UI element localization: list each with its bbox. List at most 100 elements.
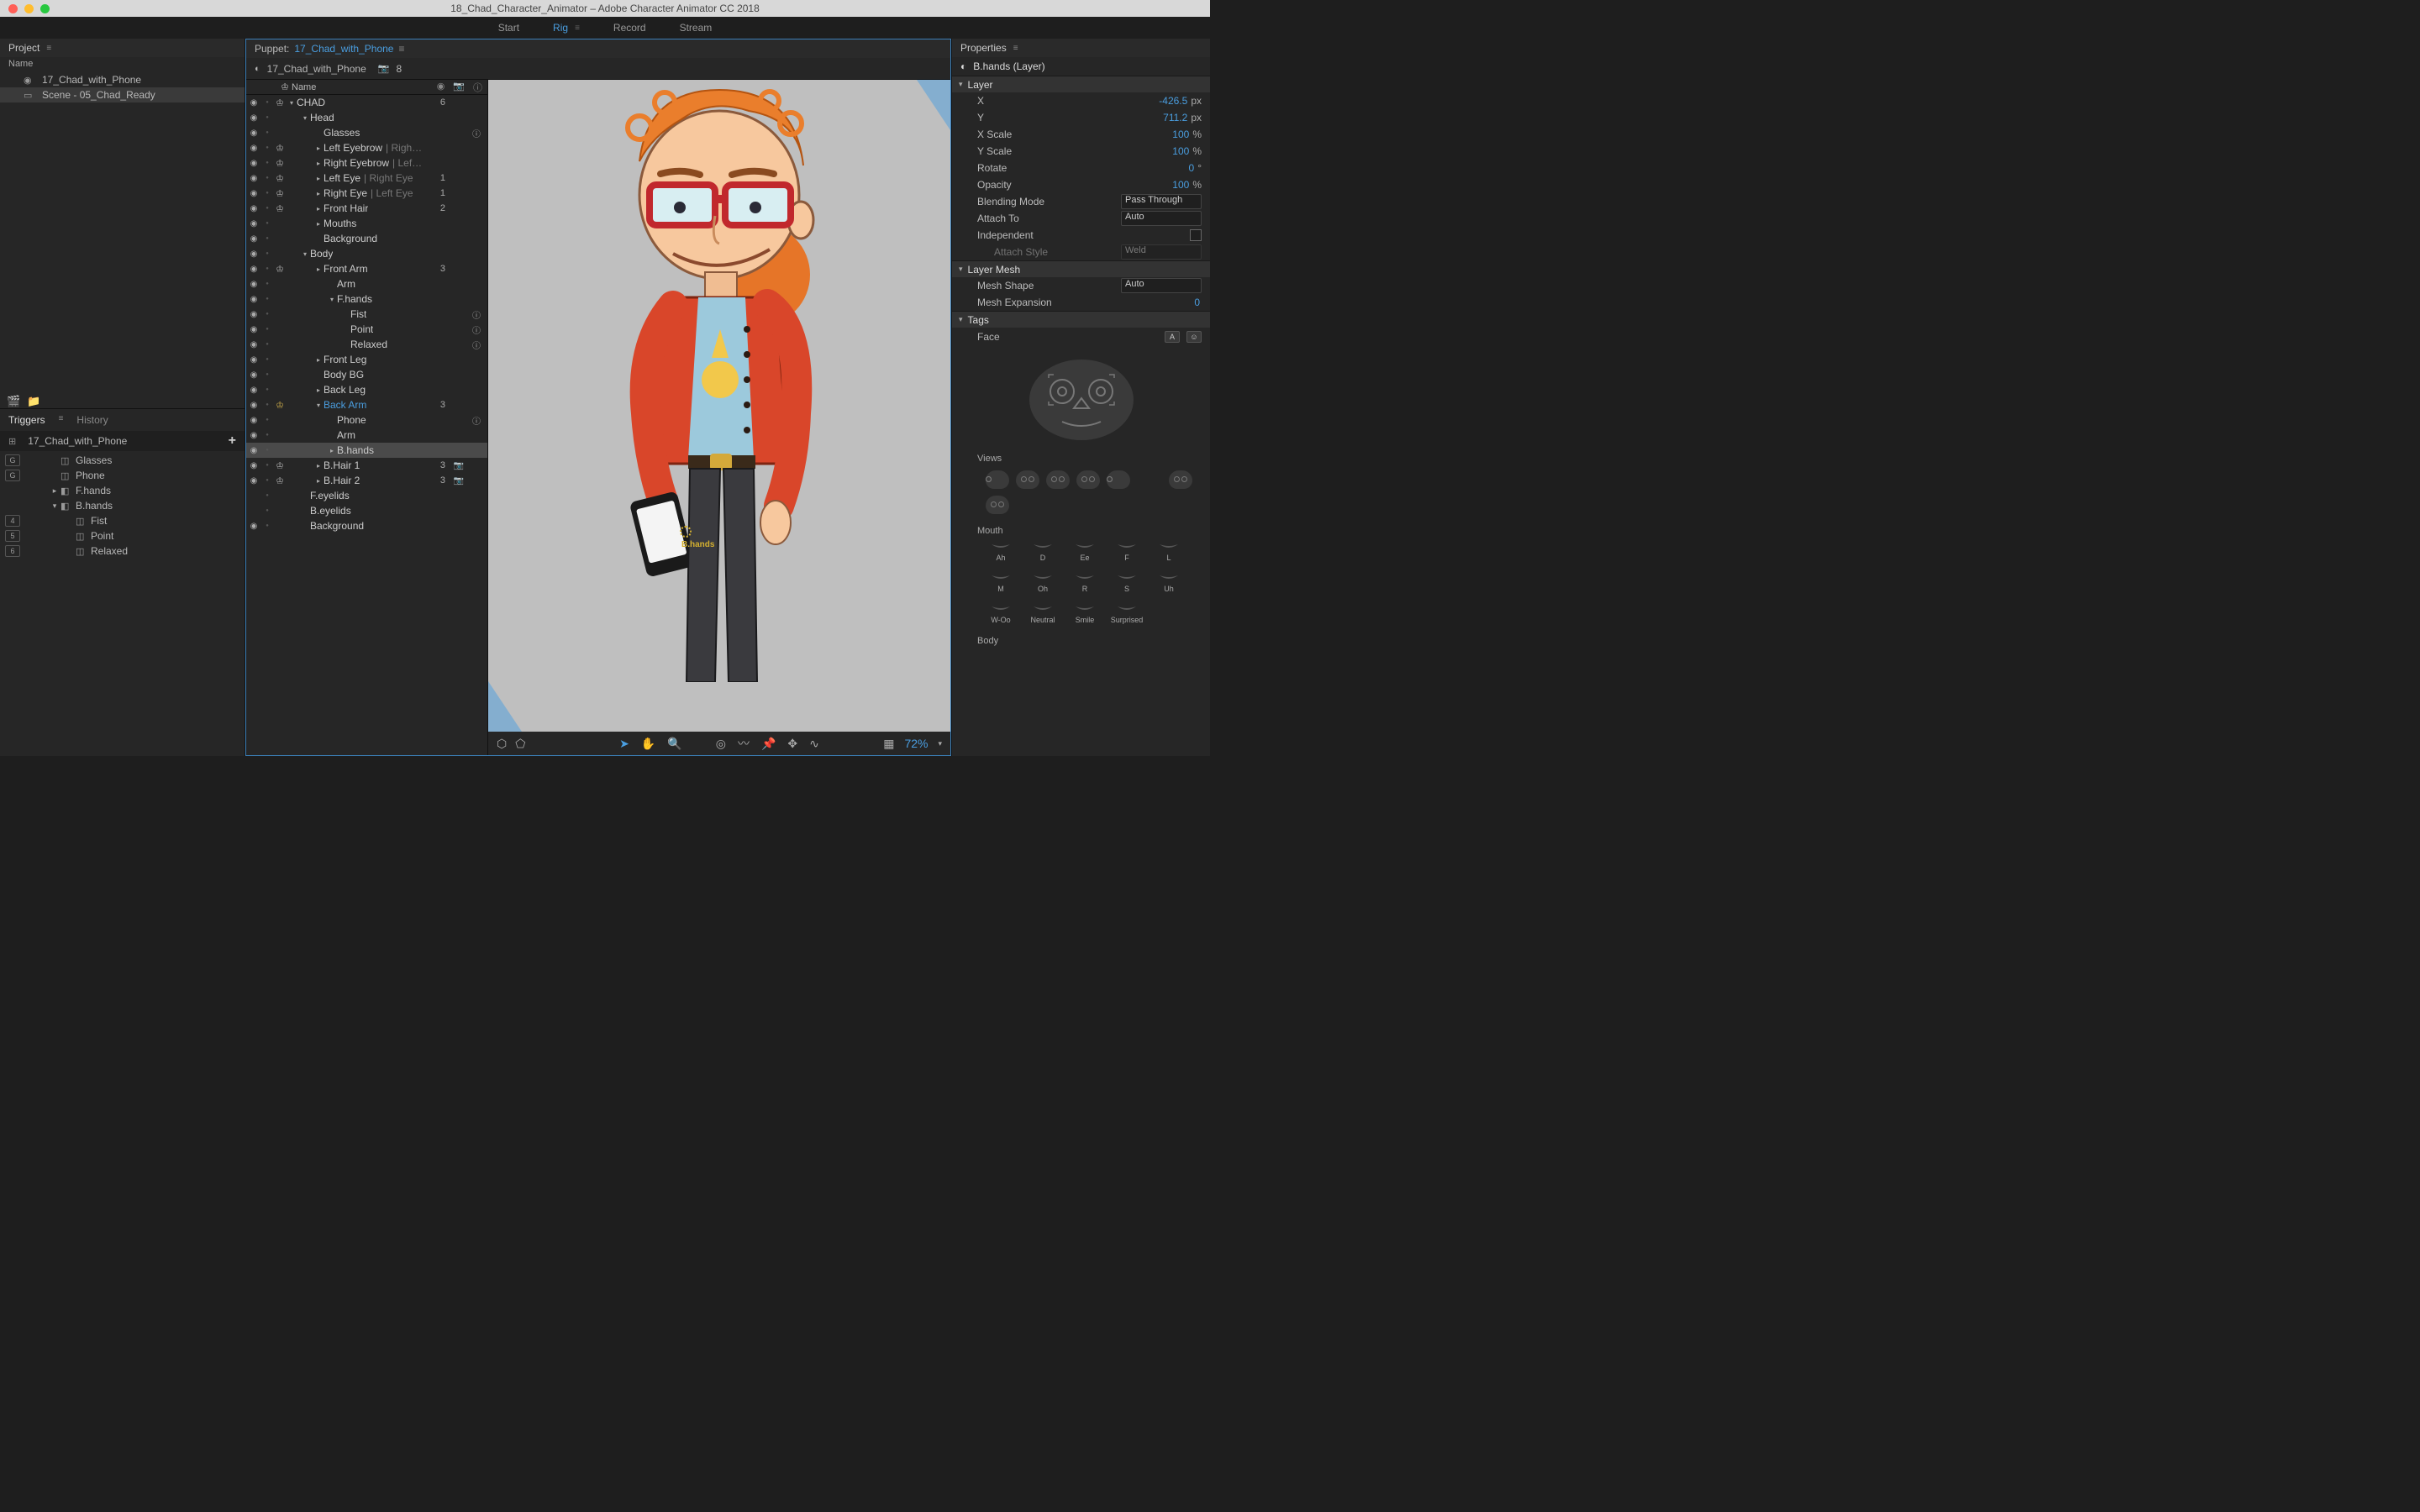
hierarchy-row[interactable]: ◉●▾Head: [246, 110, 487, 125]
view-front[interactable]: [1046, 470, 1070, 489]
project-item-scene[interactable]: ▭ Scene - 05_Chad_Ready: [0, 87, 245, 102]
trigger-key[interactable]: 4: [5, 515, 20, 527]
lock-dot[interactable]: ●: [261, 387, 273, 392]
trigger-row[interactable]: G◫Glasses: [0, 453, 245, 468]
section-mesh[interactable]: ▾ Layer Mesh: [952, 260, 1210, 277]
visibility-toggle[interactable]: ◉: [246, 129, 261, 138]
lock-dot[interactable]: ●: [261, 417, 273, 423]
expand-caret[interactable]: ▸: [313, 356, 324, 364]
trigger-key[interactable]: 6: [5, 545, 20, 557]
hierarchy-row[interactable]: ◉●Background: [246, 518, 487, 533]
tag-auto-button[interactable]: A: [1165, 331, 1180, 343]
lock-dot[interactable]: ●: [261, 221, 273, 226]
trigger-row[interactable]: G◫Phone: [0, 468, 245, 483]
crown-icon[interactable]: ♔: [273, 97, 287, 108]
visibility-toggle[interactable]: ◉: [246, 325, 261, 334]
triggers-menu-icon[interactable]: ≡: [59, 414, 64, 426]
hierarchy-row[interactable]: ◉●▾Body: [246, 246, 487, 261]
crown-icon[interactable]: ♔: [273, 158, 287, 169]
tab-triggers[interactable]: Triggers: [8, 414, 45, 426]
hierarchy-row[interactable]: ◉●♔▸Right Eye| Left Eye1: [246, 186, 487, 201]
trigger-key[interactable]: 5: [5, 530, 20, 542]
lock-dot[interactable]: ●: [261, 523, 273, 528]
tab-rig[interactable]: Rig: [553, 22, 568, 34]
origin-handle-icon[interactable]: [680, 526, 692, 538]
trigger-key[interactable]: G: [5, 454, 20, 466]
expand-caret[interactable]: ▾: [300, 114, 310, 122]
lock-dot[interactable]: ●: [261, 478, 273, 483]
expand-caret[interactable]: ▸: [313, 477, 324, 485]
independent-checkbox[interactable]: [1190, 229, 1202, 241]
webcam-icon[interactable]: ⓘ: [472, 414, 481, 427]
view-down[interactable]: [1169, 470, 1192, 489]
view-right-quarter[interactable]: [1076, 470, 1100, 489]
pin-tool-icon[interactable]: 📌: [761, 737, 776, 751]
hierarchy-row[interactable]: ◉●▸Mouths: [246, 216, 487, 231]
visibility-toggle[interactable]: ◉: [246, 249, 261, 259]
expand-caret[interactable]: ▸: [313, 190, 324, 197]
viseme-surprised[interactable]: Surprised: [1112, 603, 1142, 624]
trigger-row[interactable]: ▾◧B.hands: [0, 498, 245, 513]
add-trigger-button[interactable]: +: [229, 433, 236, 449]
puppet-name[interactable]: 17_Chad_with_Phone: [294, 43, 393, 55]
visibility-toggle[interactable]: ◉: [246, 461, 261, 470]
expand-caret[interactable]: ▾: [300, 250, 310, 258]
visibility-toggle[interactable]: ◉: [246, 159, 261, 168]
viseme-smile[interactable]: Smile: [1070, 603, 1100, 624]
behavior-icon[interactable]: 📷: [378, 63, 390, 74]
trigger-key[interactable]: [5, 500, 20, 512]
tab-stream[interactable]: Stream: [680, 22, 713, 34]
rig-menu-icon[interactable]: ≡: [575, 24, 580, 33]
hierarchy-row[interactable]: ◉●Arm: [246, 276, 487, 291]
expand-caret[interactable]: ▸: [313, 220, 324, 228]
hierarchy-row[interactable]: ◉●▸Back Leg: [246, 382, 487, 397]
new-folder-icon[interactable]: 📁: [27, 395, 39, 405]
zoom-value[interactable]: 72%: [904, 737, 928, 750]
hierarchy-row[interactable]: ●B.eyelids: [246, 503, 487, 518]
crown-icon[interactable]: ♔: [273, 173, 287, 184]
close-icon[interactable]: [8, 4, 18, 13]
visibility-toggle[interactable]: ◉: [246, 234, 261, 244]
lock-dot[interactable]: ●: [261, 160, 273, 165]
trigger-row[interactable]: 5◫Point: [0, 528, 245, 543]
viseme-l[interactable]: L: [1154, 541, 1184, 562]
zoom-chevron-icon[interactable]: ▾: [938, 739, 942, 748]
hierarchy-row[interactable]: ◉●♔▸B.Hair 13📷: [246, 458, 487, 473]
viseme-neutral[interactable]: Neutral: [1028, 603, 1058, 624]
viseme-r[interactable]: R: [1070, 572, 1100, 593]
viseme-oh[interactable]: Oh: [1028, 572, 1058, 593]
hierarchy-row[interactable]: ◉●♔▸Left Eye| Right Eye1: [246, 171, 487, 186]
project-item-puppet[interactable]: ◉ 17_Chad_with_Phone: [0, 72, 245, 87]
expand-caret[interactable]: ▸: [313, 175, 324, 182]
trigger-icon[interactable]: 📷: [454, 476, 464, 486]
visibility-toggle[interactable]: ◉: [246, 386, 261, 395]
tag-face-button[interactable]: ☺: [1186, 331, 1202, 343]
hierarchy-row[interactable]: ◉●♔▸Left Eyebrow| Righ…: [246, 140, 487, 155]
hierarchy-row[interactable]: ◉●♔▸Right Eyebrow| Lef…: [246, 155, 487, 171]
crown-icon[interactable]: ♔: [273, 188, 287, 199]
visibility-toggle[interactable]: ◉: [246, 280, 261, 289]
visibility-toggle[interactable]: ◉: [246, 265, 261, 274]
lock-dot[interactable]: ●: [261, 191, 273, 196]
visibility-toggle[interactable]: ◉: [246, 522, 261, 531]
lock-dot[interactable]: ●: [261, 266, 273, 271]
crown-icon[interactable]: ♔: [273, 475, 287, 486]
blending-dropdown[interactable]: Pass Through: [1121, 194, 1202, 209]
visibility-toggle[interactable]: ◉: [246, 340, 261, 349]
expand-caret[interactable]: ▸: [313, 205, 324, 213]
visibility-toggle[interactable]: ◉: [246, 144, 261, 153]
visibility-toggle[interactable]: ◉: [246, 204, 261, 213]
viseme-f[interactable]: F: [1112, 541, 1142, 562]
hierarchy-row[interactable]: ◉●Body BG: [246, 367, 487, 382]
arrow-tool-icon[interactable]: ➤: [619, 737, 629, 751]
trigger-row[interactable]: ▸◧F.hands: [0, 483, 245, 498]
viseme-d[interactable]: D: [1028, 541, 1058, 562]
lock-dot[interactable]: ●: [261, 448, 273, 453]
caret-icon[interactable]: ▸: [49, 486, 60, 496]
hierarchy-row[interactable]: ◉●▾F.hands: [246, 291, 487, 307]
hierarchy-row[interactable]: ◉●Relaxedⓘ: [246, 337, 487, 352]
view-right-profile[interactable]: [1107, 470, 1130, 489]
lock-dot[interactable]: ●: [261, 342, 273, 347]
lock-dot[interactable]: ●: [261, 251, 273, 256]
webcam-icon[interactable]: ⓘ: [472, 308, 481, 321]
